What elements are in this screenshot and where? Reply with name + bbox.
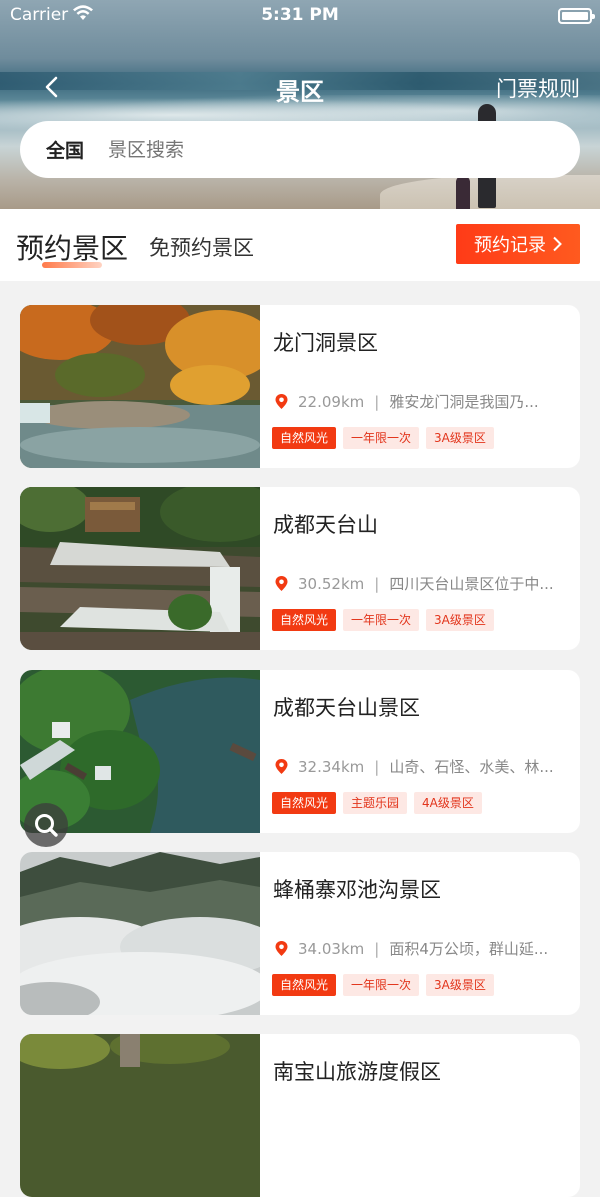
reservation-record-label: 预约记录 [474, 235, 546, 255]
chevron-right-icon [553, 236, 562, 252]
banner-figure-small [456, 176, 470, 209]
scenic-distance: 22.09km [298, 392, 365, 411]
tag-badge: 自然风光 [272, 609, 337, 631]
tag-badge: 4A级景区 [414, 792, 482, 814]
scenic-distance: 30.52km [298, 574, 365, 593]
list-item[interactable]: 龙门洞景区 22.09km | 雅安龙门洞是我国乃... 自然风光 一年限一次 … [20, 305, 580, 468]
location-pin-icon [275, 394, 288, 409]
reservation-record-button[interactable]: 预约记录 [456, 224, 580, 264]
list-item[interactable]: 成都天台山景区 32.34km | 山奇、石怪、水美、林... 自然风光 主题乐… [20, 670, 580, 833]
tag-badge: 自然风光 [272, 792, 337, 814]
tag-badge: 一年限一次 [343, 974, 420, 996]
scenic-name: 南宝山旅游度假区 [273, 1060, 441, 1084]
scenic-description: 四川天台山景区位于中... [389, 575, 554, 593]
floating-action-button[interactable] [24, 803, 68, 847]
tag-badge: 3A级景区 [426, 974, 494, 996]
scenic-distance: 34.03km [298, 939, 365, 958]
region-selector[interactable]: 全国 [46, 136, 84, 163]
tag-badge: 自然风光 [272, 974, 337, 996]
search-input[interactable] [108, 138, 509, 161]
tab-bar: 预约景区 免预约景区 预约记录 [0, 209, 600, 281]
list-item[interactable]: 成都天台山 30.52km | 四川天台山景区位于中... 自然风光 一年限一次… [20, 487, 580, 650]
scenic-name: 成都天台山景区 [273, 696, 420, 720]
scenic-thumbnail [20, 305, 260, 468]
location-pin-icon [275, 576, 288, 591]
tab-reservation[interactable]: 预约景区 [16, 227, 128, 267]
tag-badge: 自然风光 [272, 427, 337, 449]
nav-bar: 景区 门票规则 [0, 62, 600, 112]
tag-list: 自然风光 一年限一次 3A级景区 [272, 427, 494, 449]
scenic-info: 30.52km | 四川天台山景区位于中... [273, 573, 573, 594]
tag-badge: 一年限一次 [343, 609, 420, 631]
info-divider: | [374, 939, 380, 958]
scenic-thumbnail [20, 852, 260, 1015]
list-item[interactable]: 蜂桶寨邓池沟景区 34.03km | 面积4万公顷，群山延... 自然风光 一年… [20, 852, 580, 1015]
status-time: 5:31 PM [261, 5, 339, 25]
ticket-rules-link[interactable]: 门票规则 [496, 73, 580, 103]
tag-badge: 3A级景区 [426, 427, 494, 449]
info-divider: | [374, 392, 380, 411]
tag-badge: 主题乐园 [343, 792, 408, 814]
tab-active-indicator [42, 262, 102, 268]
scenic-name: 成都天台山 [273, 513, 378, 537]
info-divider: | [374, 757, 380, 776]
tag-list: 自然风光 一年限一次 3A级景区 [272, 609, 494, 631]
search-bar: 全国 [20, 121, 580, 178]
tab-no-reservation[interactable]: 免预约景区 [149, 232, 254, 262]
scenic-info: 22.09km | 雅安龙门洞是我国乃... [273, 391, 573, 412]
tag-badge: 3A级景区 [426, 609, 494, 631]
scenic-info: 34.03km | 面积4万公顷，群山延... [273, 938, 573, 959]
search-icon [35, 814, 58, 837]
status-bar: Carrier 5:31 PM [0, 0, 600, 32]
battery-icon [558, 8, 595, 24]
tag-list: 自然风光 一年限一次 3A级景区 [272, 974, 494, 996]
location-pin-icon [275, 941, 288, 956]
scenic-description: 面积4万公顷，群山延... [389, 940, 549, 958]
scenic-name: 龙门洞景区 [273, 331, 378, 355]
tag-badge: 一年限一次 [343, 427, 420, 449]
tag-list: 自然风光 主题乐园 4A级景区 [272, 792, 482, 814]
scenic-thumbnail [20, 487, 260, 650]
scenic-name: 蜂桶寨邓池沟景区 [273, 878, 441, 902]
list-item[interactable]: 南宝山旅游度假区 [20, 1034, 580, 1197]
info-divider: | [374, 574, 380, 593]
scenic-thumbnail [20, 1034, 260, 1197]
scenic-description: 山奇、石怪、水美、林... [389, 758, 554, 776]
scenic-distance: 32.34km [298, 757, 365, 776]
scenic-description: 雅安龙门洞是我国乃... [389, 393, 539, 411]
scenic-info: 32.34km | 山奇、石怪、水美、林... [273, 756, 573, 777]
location-pin-icon [275, 759, 288, 774]
